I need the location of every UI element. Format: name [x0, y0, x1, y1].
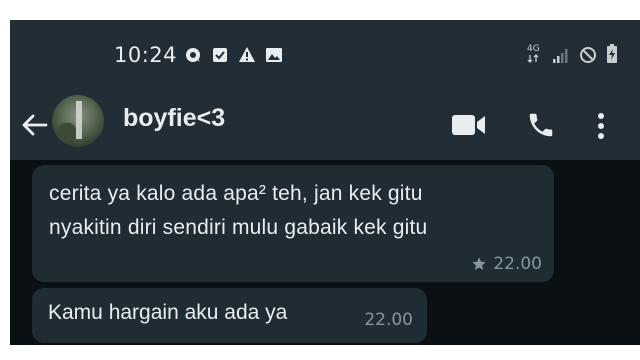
- star-icon: [472, 257, 486, 270]
- message-text-line: nyakitin diri sendiri mulu gabaik kek gi…: [49, 216, 428, 239]
- message-bubble[interactable]: Kamu hargain aku ada ya 22.00: [32, 288, 427, 343]
- battery-icon: [607, 44, 617, 63]
- more-vert-icon[interactable]: [596, 112, 606, 140]
- warning-icon: [239, 47, 255, 62]
- messenger-icon: [186, 48, 200, 62]
- video-call-icon[interactable]: [451, 112, 487, 138]
- avatar-rock: [58, 123, 76, 143]
- network-label: 4G: [527, 44, 540, 54]
- status-bar: 10:24 4G: [10, 20, 640, 90]
- avatar-waterfall: [76, 101, 82, 139]
- status-time: 10:24: [114, 43, 178, 67]
- checkbox-icon: [213, 48, 227, 62]
- message-meta: 22.00: [471, 254, 542, 274]
- network-4g-icon: 4G: [527, 44, 540, 63]
- phone-icon[interactable]: [526, 110, 556, 140]
- system-icons: 4G: [527, 42, 618, 64]
- no-disturb-icon: [580, 47, 596, 63]
- message-time: 22.00: [493, 254, 542, 274]
- avatar[interactable]: [52, 95, 104, 147]
- message-list[interactable]: cerita ya kalo ada apa² teh, jan kek git…: [10, 160, 640, 345]
- message-time: 22.00: [364, 310, 413, 330]
- message-text: Kamu hargain aku ada ya: [48, 301, 288, 324]
- signal-icon: [553, 49, 568, 63]
- back-arrow-icon[interactable]: [20, 110, 50, 140]
- image-icon: [266, 48, 282, 62]
- chat-header: boyfie<3: [10, 90, 640, 160]
- message-bubble[interactable]: cerita ya kalo ada apa² teh, jan kek git…: [32, 165, 554, 282]
- phone-screen: 10:24 4G boyfie<3 cerita ya kalo ada apa…: [10, 20, 640, 345]
- notification-icons: [184, 46, 283, 64]
- contact-name[interactable]: boyfie<3: [123, 104, 225, 133]
- message-text-line: cerita ya kalo ada apa² teh, jan kek git…: [49, 182, 423, 205]
